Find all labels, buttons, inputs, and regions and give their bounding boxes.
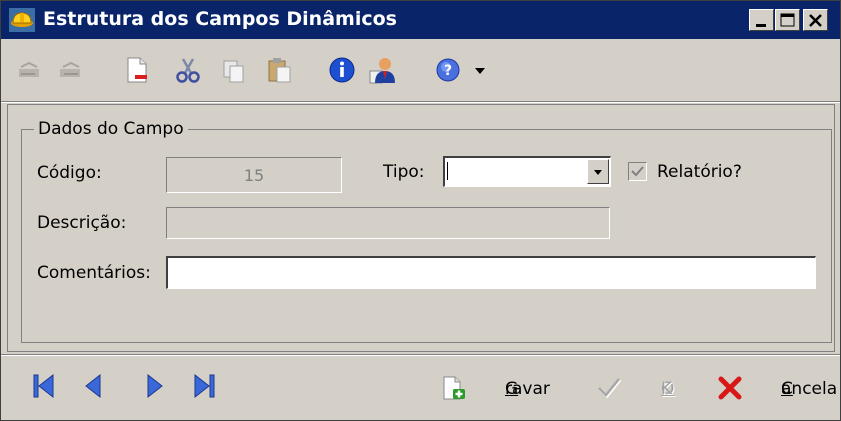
descricao-label: Descrição:	[37, 213, 127, 233]
minimize-icon	[756, 24, 766, 27]
ok-button[interactable]: OK	[597, 373, 677, 403]
app-hardhat-icon	[9, 8, 35, 32]
last-record-icon[interactable]	[189, 372, 217, 400]
codigo-label: Código:	[37, 163, 102, 183]
descricao-field[interactable]	[166, 207, 610, 239]
codigo-field[interactable]	[166, 157, 342, 193]
new-document-icon[interactable]	[123, 55, 153, 85]
toolbar-separator	[1, 101, 840, 103]
tipo-label: Tipo:	[383, 162, 425, 182]
cancela-button[interactable]: Cancela	[717, 373, 837, 403]
maximize-icon	[780, 13, 795, 27]
close-button[interactable]	[803, 9, 828, 31]
relatorio-label: Relatório?	[657, 162, 742, 182]
gravar-button[interactable]: Gravar	[441, 373, 551, 403]
previous-record-icon[interactable]	[79, 372, 107, 400]
maximize-button[interactable]	[775, 9, 800, 31]
cancela-label: ancela	[781, 379, 838, 399]
checkmark-ok-icon	[598, 378, 622, 399]
dropdown-arrow-icon[interactable]	[471, 55, 489, 85]
descricao-input[interactable]	[167, 208, 609, 238]
svg-text:?: ?	[444, 63, 452, 79]
codigo-input[interactable]	[167, 158, 341, 192]
minimize-button[interactable]	[749, 9, 774, 31]
tipo-dropdown-button[interactable]	[587, 159, 609, 184]
window-title: Estrutura dos Campos Dinâmicos	[43, 8, 397, 30]
copy-icon[interactable]	[219, 55, 249, 85]
save-document-icon	[443, 376, 465, 400]
cut-icon[interactable]	[173, 55, 203, 85]
application-window: Estrutura dos Campos Dinâmicos ? Dados d…	[0, 0, 841, 421]
gravar-label: ravar	[505, 379, 550, 399]
help-icon[interactable]: ?	[433, 55, 463, 85]
redo-icon[interactable]	[55, 55, 85, 85]
tipo-select[interactable]	[443, 156, 611, 187]
navigation-bar: Gravar OK Cancela	[1, 357, 840, 417]
text-caret	[447, 162, 448, 180]
comentarios-label: Comentários:	[37, 263, 151, 283]
undo-icon[interactable]	[15, 55, 45, 85]
chevron-down-icon	[594, 170, 602, 175]
cancel-x-icon	[718, 376, 742, 400]
navbar-separator	[1, 354, 840, 356]
comentarios-input[interactable]	[168, 258, 815, 288]
paste-icon[interactable]	[265, 55, 295, 85]
title-bar[interactable]: Estrutura dos Campos Dinâmicos	[1, 1, 840, 39]
close-icon	[809, 14, 822, 27]
checkmark-icon	[631, 166, 644, 177]
groupbox-legend: Dados do Campo	[34, 119, 188, 139]
relatorio-checkbox[interactable]	[628, 162, 647, 181]
info-icon[interactable]	[327, 55, 357, 85]
next-record-icon[interactable]	[141, 372, 169, 400]
toolbar: ?	[1, 39, 840, 101]
ok-label: K	[661, 379, 673, 399]
comentarios-field[interactable]	[166, 256, 816, 289]
first-record-icon[interactable]	[31, 372, 59, 400]
user-icon[interactable]	[367, 55, 397, 85]
